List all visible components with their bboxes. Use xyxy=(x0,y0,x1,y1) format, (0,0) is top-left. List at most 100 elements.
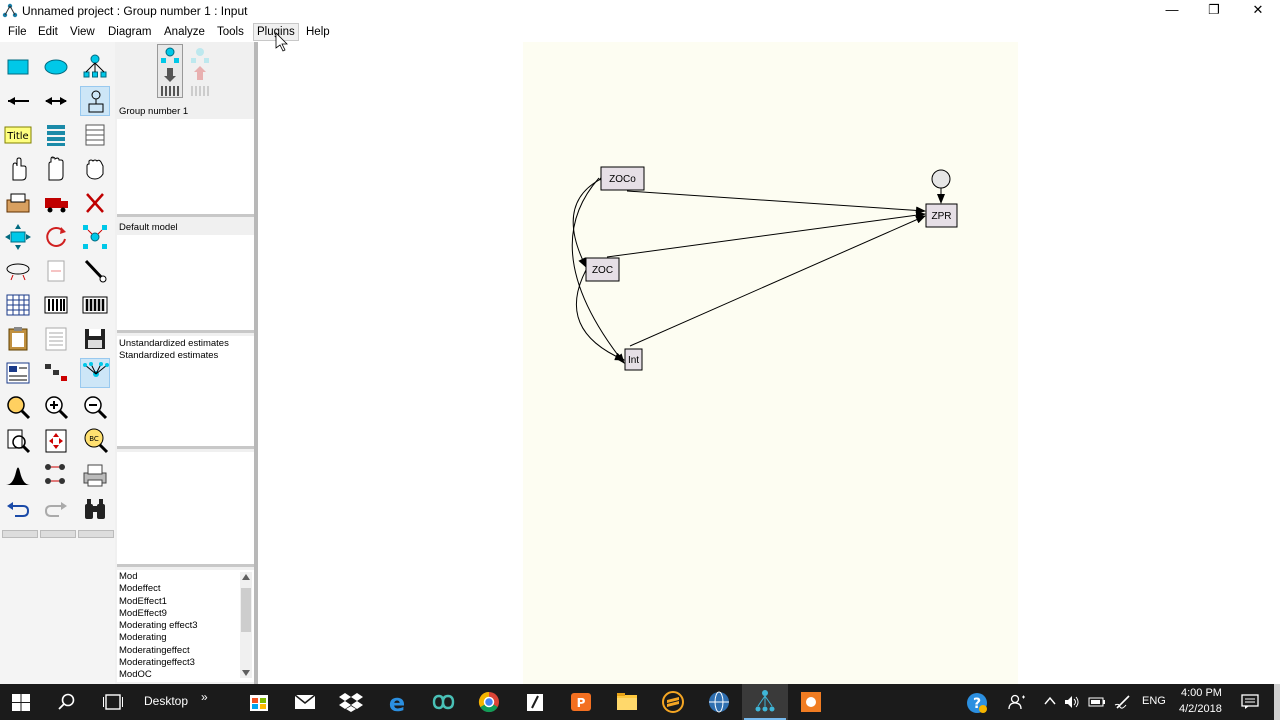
reflect-indicators-icon[interactable] xyxy=(80,222,110,252)
people-tray-icon[interactable] xyxy=(1008,693,1026,711)
pen-ink-tray-icon[interactable] xyxy=(1114,693,1132,711)
help-tray-icon[interactable]: ? xyxy=(966,692,988,714)
restore-button[interactable]: ❐ xyxy=(1192,0,1236,22)
select-one-hand-icon[interactable] xyxy=(3,154,33,184)
select-data-files-icon[interactable] xyxy=(3,290,33,320)
view-output-path-diagram-icon[interactable] xyxy=(187,44,213,98)
view-input-path-diagram-icon[interactable] xyxy=(157,44,183,98)
recorder-app-icon[interactable] xyxy=(788,684,834,720)
bayesian-estimation-icon[interactable] xyxy=(3,460,33,490)
battery-tray-icon[interactable] xyxy=(1088,695,1106,709)
rotate-indicators-icon[interactable] xyxy=(41,222,71,252)
presentation-app-icon[interactable]: P xyxy=(558,684,604,720)
menu-diagram[interactable]: Diagram xyxy=(105,24,154,40)
menu-analyze[interactable]: Analyze xyxy=(161,24,208,40)
infinity-app-icon[interactable] xyxy=(420,684,466,720)
touch-up-wand-icon[interactable] xyxy=(80,256,110,286)
view-text-output-icon[interactable] xyxy=(41,324,71,354)
menu-view[interactable]: View xyxy=(67,24,98,40)
groups-panel[interactable]: Group number 1 xyxy=(117,104,254,217)
volume-tray-icon[interactable] xyxy=(1064,694,1080,710)
list-item[interactable]: ModEffect9 xyxy=(117,608,254,620)
list-item[interactable]: Mod xyxy=(117,571,254,583)
network-globe-icon[interactable] xyxy=(696,684,742,720)
duplicate-objects-icon[interactable] xyxy=(3,188,33,218)
unique-variable-icon[interactable] xyxy=(80,86,110,116)
erase-objects-icon[interactable] xyxy=(80,188,110,218)
move-objects-truck-icon[interactable] xyxy=(41,188,71,218)
list-item[interactable]: Moderatingeffect3 xyxy=(117,657,254,669)
draw-observed-rectangle-icon[interactable] xyxy=(3,52,33,82)
model-name[interactable]: Default model xyxy=(117,220,254,235)
toolbar-overflow-icon[interactable]: » xyxy=(201,690,208,704)
desktop-toolbar-label[interactable]: Desktop xyxy=(144,694,188,708)
mail-app-icon[interactable] xyxy=(282,684,328,720)
analysis-properties-icon[interactable] xyxy=(41,290,71,320)
menu-help[interactable]: Help xyxy=(303,24,333,40)
diagram-page[interactable] xyxy=(523,42,1018,684)
drag-properties-icon[interactable] xyxy=(41,358,71,388)
select-all-hand-icon[interactable] xyxy=(41,154,71,184)
single-arrow-icon[interactable] xyxy=(3,86,33,116)
change-shape-icon[interactable] xyxy=(3,222,33,252)
print-diagram-icon[interactable] xyxy=(80,460,110,490)
calculate-estimates-icon[interactable] xyxy=(80,290,110,320)
list-item[interactable]: ModOC xyxy=(117,669,254,681)
chrome-browser-icon[interactable] xyxy=(466,684,512,720)
zoom-select-icon[interactable] xyxy=(3,392,33,422)
search-icon[interactable] xyxy=(58,693,76,711)
zoom-in-icon[interactable] xyxy=(41,392,71,422)
toolbox-scroll-middle[interactable] xyxy=(40,530,76,538)
draw-unobserved-ellipse-icon[interactable] xyxy=(41,52,71,82)
dropbox-app-icon[interactable] xyxy=(328,684,374,720)
list-variables-in-model-icon[interactable] xyxy=(41,120,71,150)
loupe-examine-icon[interactable]: BC xyxy=(80,426,110,456)
menu-plugins[interactable]: Plugins xyxy=(253,23,299,41)
list-item[interactable]: Moderating effect3 xyxy=(117,620,254,632)
undo-icon[interactable] xyxy=(3,494,33,524)
preserve-symmetries-icon[interactable] xyxy=(80,358,110,388)
list-item[interactable]: Modeffect xyxy=(117,583,254,595)
task-view-icon[interactable] xyxy=(103,693,123,711)
save-diagram-icon[interactable] xyxy=(80,324,110,354)
fit-diagram-to-page-icon[interactable] xyxy=(41,426,71,456)
draw-latent-indicator-icon[interactable] xyxy=(80,52,110,82)
multiple-group-analysis-icon[interactable] xyxy=(41,460,71,490)
redo-icon[interactable] xyxy=(41,494,71,524)
list-variables-in-dataset-icon[interactable] xyxy=(80,120,110,150)
view-whole-page-icon[interactable] xyxy=(3,426,33,456)
store-app-icon[interactable] xyxy=(236,684,282,720)
toolbox-scroll-right[interactable] xyxy=(78,530,114,538)
zoom-out-icon[interactable] xyxy=(80,392,110,422)
edge-browser-icon[interactable]: e xyxy=(374,684,420,720)
input-language-indicator[interactable]: ENG xyxy=(1142,695,1166,707)
amos-taskbar-icon[interactable] xyxy=(742,684,788,720)
specification-search-binoculars-icon[interactable] xyxy=(80,494,110,524)
minimize-button[interactable]: — xyxy=(1150,0,1194,22)
toolbox-scroll-left[interactable] xyxy=(2,530,38,538)
close-button[interactable]: ✕ xyxy=(1236,0,1280,22)
show-hidden-icons-chevron-up-icon[interactable] xyxy=(1044,696,1056,706)
models-panel[interactable]: Default model xyxy=(117,220,254,333)
file-explorer-icon[interactable] xyxy=(604,684,650,720)
estimates-standardized[interactable]: Standardized estimates xyxy=(117,350,254,362)
list-item[interactable]: Moderating xyxy=(117,632,254,644)
notepad-app-icon[interactable] xyxy=(512,684,558,720)
copy-to-clipboard-icon[interactable] xyxy=(3,324,33,354)
object-properties-icon[interactable] xyxy=(3,358,33,388)
group-name[interactable]: Group number 1 xyxy=(117,104,254,119)
file-list-scroll-thumb[interactable] xyxy=(241,588,251,632)
deselect-all-hand-icon[interactable] xyxy=(80,154,110,184)
list-item[interactable]: Moderatingeffect xyxy=(117,645,254,657)
show-desktop-button[interactable] xyxy=(1274,684,1280,720)
clock-time[interactable]: 4:00 PM xyxy=(1181,687,1222,699)
menu-edit[interactable]: Edit xyxy=(35,24,61,40)
list-item[interactable]: ModEffect1 xyxy=(117,596,254,608)
scroll-diagram-icon[interactable] xyxy=(41,256,71,286)
file-list-scrollbar[interactable] xyxy=(240,572,252,678)
windows-start-icon[interactable] xyxy=(12,694,30,711)
figure-caption-title-icon[interactable]: Title xyxy=(3,120,33,150)
menu-file[interactable]: File xyxy=(5,24,30,40)
action-center-notifications-icon[interactable] xyxy=(1241,694,1259,710)
move-parameter-icon[interactable] xyxy=(3,256,33,286)
